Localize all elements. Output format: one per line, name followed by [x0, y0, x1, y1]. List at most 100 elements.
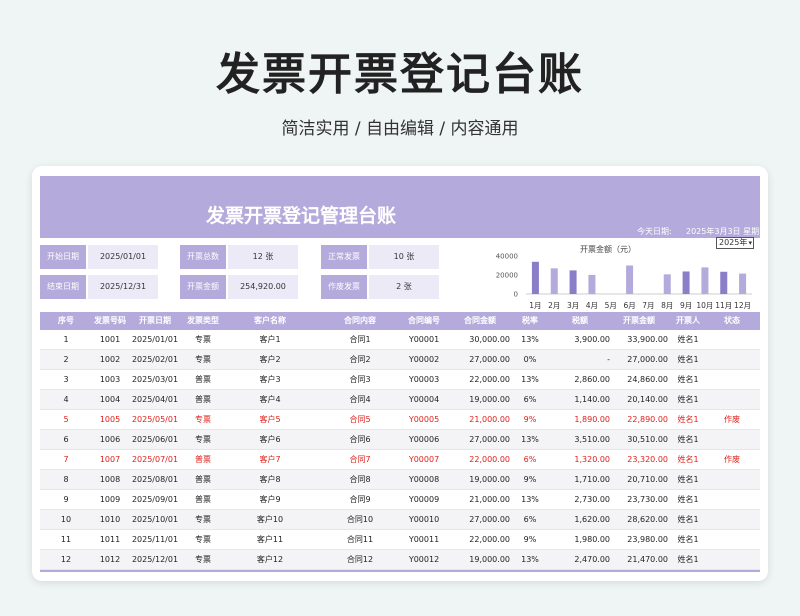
table-row[interactable]: 11 1011 2025/11/01 专票 客户11 合同11 Y00011 22,000.0…: [40, 530, 760, 550]
table-row[interactable]: 9 1009 2025/09/01 普票 客户9 合同9 Y00009 21,000.00 13…: [40, 490, 760, 510]
table-row[interactable]: 4 1004 2025/04/01 普票 客户4 合同4 Y00004 19,000.00 6%…: [40, 390, 760, 410]
table-row[interactable]: 2 1002 2025/02/01 专票 客户2 合同2 Y00002 27,000.00 0%…: [40, 350, 760, 370]
table-row[interactable]: 1 1001 2025/01/01 专票 客户1 合同1 Y00001 30,000.00 13…: [40, 330, 760, 350]
cell-status: [712, 530, 752, 550]
cell-contract-amount: 19,000.00: [469, 395, 510, 404]
cell-tax-amount: 3,510.00: [574, 435, 610, 444]
column-header-contract-no: 合同编号: [408, 316, 440, 325]
cell-invoice-no: 1010: [99, 515, 121, 524]
cell-invoice-date: 2025/03/01: [131, 375, 179, 384]
cell-seq: 2: [63, 355, 69, 364]
x-tick-label: 5月: [605, 301, 617, 310]
x-tick-label: 12月: [734, 301, 751, 310]
table-row[interactable]: 5 1005 2025/05/01 专票 客户5 合同5 Y00005 21,000.00 9%…: [40, 410, 760, 430]
cell-tax-rate: 13%: [521, 495, 539, 504]
y-tick-label: 0: [514, 291, 518, 299]
cell-tax-rate: 6%: [523, 395, 537, 404]
cell-issuer: 姓名1: [677, 355, 699, 364]
total-count-value: 12 张: [228, 245, 298, 269]
cell-invoice-amount: 33,900.00: [627, 335, 668, 344]
cell-invoice-no: 1011: [99, 535, 121, 544]
cell-issuer: 姓名1: [677, 455, 699, 464]
total-amount-label: 开票金额: [180, 275, 226, 299]
table-row[interactable]: 7 1007 2025/07/01 普票 客户7 合同7 Y00007 22,000.00 6%…: [40, 450, 760, 470]
column-header-issuer: 开票人: [676, 316, 700, 325]
end-date-value[interactable]: 2025/12/31: [88, 275, 158, 299]
cell-status: [712, 390, 752, 410]
cell-invoice-type: 普票: [195, 495, 211, 504]
cell-status: [712, 550, 752, 570]
cell-tax-rate: 13%: [521, 555, 539, 564]
cell-contract-amount: 30,000.00: [469, 335, 510, 344]
cell-invoice-date: 2025/09/01: [131, 495, 179, 504]
normal-count-label: 正常发票: [321, 245, 367, 269]
cell-contract-amount: 22,000.00: [469, 535, 510, 544]
bar-9: [682, 271, 690, 294]
cell-invoice-type: 专票: [195, 555, 211, 564]
table-row[interactable]: 6 1006 2025/06/01 专票 客户6 合同6 Y00006 27,000.00 13…: [40, 430, 760, 450]
x-tick-label: 9月: [680, 301, 692, 310]
cell-seq: 1: [63, 335, 69, 344]
cell-contract-amount: 21,000.00: [469, 495, 510, 504]
cell-contract: 合同7: [349, 455, 371, 464]
bar-2: [550, 268, 558, 294]
total-amount-value: 254,920.00: [228, 275, 298, 299]
column-header-invoice-type: 发票类型: [187, 316, 219, 325]
table-row[interactable]: 8 1008 2025/08/01 普票 客户8 合同8 Y00008 19,000.00 9%…: [40, 470, 760, 490]
ledger-title: 发票开票登记管理台账: [206, 205, 397, 227]
cell-invoice-date: 2025/02/01: [131, 355, 179, 364]
cell-customer: 客户3: [259, 375, 281, 384]
cell-invoice-no: 1009: [99, 495, 121, 504]
column-header-status: 状态: [724, 316, 740, 325]
column-header-invoice-date: 开票日期: [139, 316, 171, 325]
cell-tax-rate: 6%: [523, 455, 537, 464]
column-header-contract: 合同内容: [344, 316, 376, 325]
table-row[interactable]: 12 1012 2025/12/01 专票 客户12 合同12 Y00012 19,000.0…: [40, 550, 760, 570]
cell-invoice-amount: 22,890.00: [627, 415, 668, 424]
table-row[interactable]: 3 1003 2025/03/01 普票 客户3 合同3 Y00003 22,000.00 13…: [40, 370, 760, 390]
page-subtitle: 简洁实用 / 自由编辑 / 内容通用: [281, 119, 519, 139]
cell-contract-amount: 22,000.00: [469, 455, 510, 464]
cell-invoice-no: 1006: [99, 435, 121, 444]
x-tick-label: 8月: [661, 301, 673, 310]
cell-customer: 客户12: [256, 555, 284, 564]
cell-contract-no: Y00005: [408, 415, 440, 424]
cell-invoice-date: 2025/04/01: [131, 395, 179, 404]
bar-6: [626, 265, 634, 294]
cell-invoice-amount: 30,510.00: [627, 435, 668, 444]
year-select-value: 2025年: [719, 238, 748, 247]
cell-tax-rate: 9%: [523, 535, 537, 544]
y-tick-label: 20000: [496, 272, 518, 280]
cell-contract-amount: 21,000.00: [469, 415, 510, 424]
cell-invoice-amount: 21,470.00: [627, 555, 668, 564]
cell-invoice-amount: 23,980.00: [627, 535, 668, 544]
chevron-down-icon: ▾: [748, 239, 752, 247]
table-row[interactable]: 10 1010 2025/10/01 专票 客户10 合同10 Y00010 27,000.0…: [40, 510, 760, 530]
cell-seq: 9: [63, 495, 69, 504]
cell-contract-no: Y00002: [408, 355, 440, 364]
cell-tax-amount: 2,470.00: [574, 555, 610, 564]
cell-status: [712, 490, 752, 510]
year-select[interactable]: 2025年 ▾: [716, 237, 754, 249]
cell-contract-no: Y00008: [408, 475, 440, 484]
x-tick-label: 11月: [715, 301, 732, 310]
bar-12: [739, 273, 747, 294]
start-date-value[interactable]: 2025/01/01: [88, 245, 158, 269]
cell-invoice-date: 2025/10/01: [131, 515, 179, 524]
cell-seq: 4: [63, 395, 69, 404]
cell-issuer: 姓名1: [677, 395, 699, 404]
x-tick-label: 7月: [642, 301, 654, 310]
ledger-banner: 发票开票登记管理台账 今天日期: 2025年3月3日 星期一: [40, 176, 760, 247]
cell-customer: 客户10: [256, 515, 284, 524]
cell-invoice-type: 普票: [195, 395, 211, 404]
cell-contract-amount: 27,000.00: [469, 515, 510, 524]
cell-contract: 合同6: [349, 435, 371, 444]
cell-tax-amount: 1,890.00: [574, 415, 610, 424]
page-title: 发票开票登记台账: [216, 49, 584, 100]
cell-invoice-amount: 28,620.00: [627, 515, 668, 524]
cell-status: 作废: [724, 455, 740, 464]
cell-contract-no: Y00001: [408, 335, 440, 344]
cell-tax-rate: 9%: [523, 415, 537, 424]
bar-4: [588, 274, 596, 294]
cell-invoice-amount: 23,730.00: [627, 495, 668, 504]
